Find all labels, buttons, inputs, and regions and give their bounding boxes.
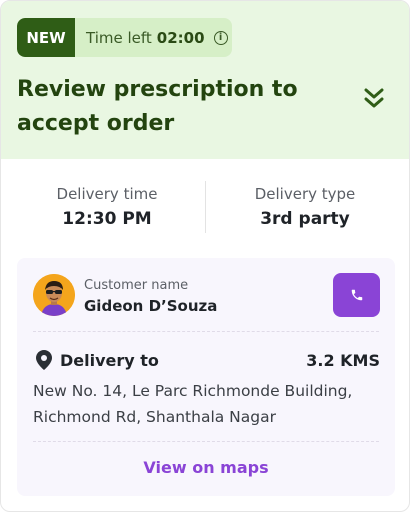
delivery-stats: Delivery time 12:30 PM Delivery type 3rd… bbox=[1, 159, 409, 247]
order-card: NEW Time left 02:00 i Review prescriptio… bbox=[0, 0, 410, 512]
location-pin-icon bbox=[36, 350, 52, 370]
view-on-maps-link[interactable]: View on maps bbox=[17, 458, 395, 477]
customer-panel: Customer name Gideon D’Souza Delivery to… bbox=[17, 258, 395, 496]
customer-name-label: Customer name bbox=[84, 278, 189, 293]
phone-icon bbox=[351, 289, 362, 301]
delivery-time-label: Delivery time bbox=[56, 185, 158, 203]
delivery-address: New No. 14, Le Parc Richmonde Building, … bbox=[33, 382, 353, 426]
divider bbox=[33, 441, 379, 442]
delivery-time: Delivery time 12:30 PM bbox=[12, 185, 202, 229]
delivery-type-label: Delivery type bbox=[254, 185, 356, 203]
divider bbox=[205, 181, 206, 233]
divider bbox=[33, 331, 379, 332]
time-left-value: 02:00 bbox=[156, 28, 205, 47]
timer-badge: NEW Time left 02:00 i bbox=[17, 18, 232, 57]
new-badge: NEW bbox=[17, 18, 75, 57]
time-left-label: Time left bbox=[86, 28, 152, 47]
time-left: Time left 02:00 i bbox=[75, 29, 228, 47]
double-chevron-down-icon[interactable] bbox=[361, 85, 387, 111]
delivery-type-value: 3rd party bbox=[260, 209, 350, 229]
delivery-time-value: 12:30 PM bbox=[62, 209, 152, 229]
customer-name: Gideon D’Souza bbox=[84, 297, 218, 315]
delivery-distance: 3.2 KMS bbox=[306, 351, 380, 370]
order-header: NEW Time left 02:00 i Review prescriptio… bbox=[1, 1, 409, 159]
delivery-to-label: Delivery to bbox=[60, 351, 159, 370]
info-icon[interactable]: i bbox=[213, 30, 228, 45]
call-button[interactable] bbox=[333, 273, 380, 317]
page-title: Review prescription to accept order bbox=[17, 77, 298, 136]
delivery-type: Delivery type 3rd party bbox=[210, 185, 400, 229]
avatar bbox=[33, 274, 75, 316]
